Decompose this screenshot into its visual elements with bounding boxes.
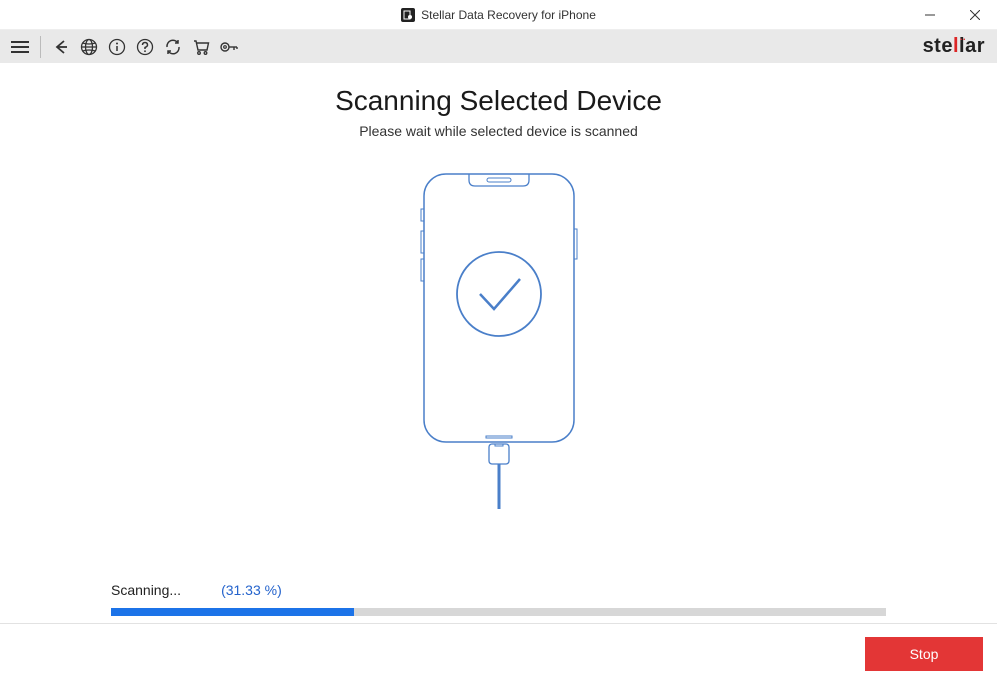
back-icon[interactable] (49, 35, 73, 59)
globe-icon[interactable] (77, 35, 101, 59)
key-icon[interactable] (217, 35, 241, 59)
page-title: Scanning Selected Device (335, 85, 662, 117)
brand-logo: stell..ar (923, 35, 985, 58)
progress-section: Scanning... (31.33 %) (111, 582, 886, 616)
window-controls (907, 0, 997, 30)
toolbar-left (8, 35, 241, 59)
info-icon[interactable] (105, 35, 129, 59)
phone-illustration (414, 169, 584, 514)
cart-icon[interactable] (189, 35, 213, 59)
titlebar: Stellar Data Recovery for iPhone (0, 0, 997, 30)
progress-bar (111, 608, 886, 616)
toolbar: stell..ar (0, 30, 997, 63)
progress-fill (111, 608, 354, 616)
minimize-button[interactable] (907, 0, 952, 30)
progress-percent-label: (31.33 %) (221, 582, 282, 598)
toolbar-separator (40, 36, 41, 58)
menu-icon[interactable] (8, 35, 32, 59)
titlebar-title-group: Stellar Data Recovery for iPhone (401, 8, 596, 22)
main-content: Scanning Selected Device Please wait whi… (0, 63, 997, 623)
window-title: Stellar Data Recovery for iPhone (421, 8, 596, 22)
page-subtitle: Please wait while selected device is sca… (359, 123, 638, 139)
progress-labels: Scanning... (31.33 %) (111, 582, 886, 598)
close-button[interactable] (952, 0, 997, 30)
refresh-icon[interactable] (161, 35, 185, 59)
footer: Stop (0, 623, 997, 683)
app-icon (401, 8, 415, 22)
stop-button[interactable]: Stop (865, 637, 983, 671)
help-icon[interactable] (133, 35, 157, 59)
progress-status-label: Scanning... (111, 582, 181, 598)
